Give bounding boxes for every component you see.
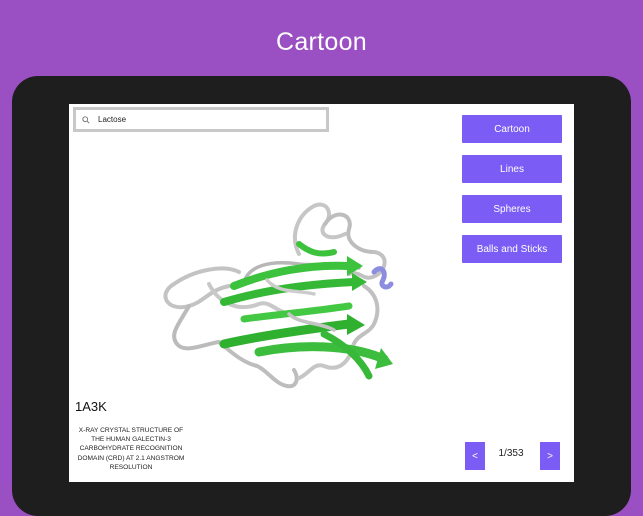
protein-3d-view[interactable] [149,194,399,394]
structure-id: 1A3K [75,399,107,414]
spheres-button[interactable]: Spheres [462,195,562,223]
beta-strand [254,342,389,364]
page-counter: 1/353 [498,448,524,459]
search-input[interactable] [96,115,318,124]
search-icon [82,115,96,124]
strand-arrow [347,314,365,335]
cartoon-button[interactable]: Cartoon [462,115,562,143]
page-title: Cartoon [275,28,368,56]
lines-button[interactable]: Lines [462,155,562,183]
alpha-helix [371,266,394,290]
balls-and-sticks-button[interactable]: Balls and Sticks [462,235,562,263]
structure-description: X-RAY CRYSTAL STRUCTURE OF THE HUMAN GAL… [77,427,185,471]
coil-loop [172,304,221,351]
search-bar[interactable] [73,107,329,132]
next-button[interactable]: > [540,442,560,470]
beta-strand [296,241,337,257]
coil-loop [351,284,380,348]
coil-loop [323,212,376,254]
prev-button[interactable]: < [465,442,485,470]
app-screen: Cartoon Lines Spheres Balls and Sticks [69,104,574,482]
